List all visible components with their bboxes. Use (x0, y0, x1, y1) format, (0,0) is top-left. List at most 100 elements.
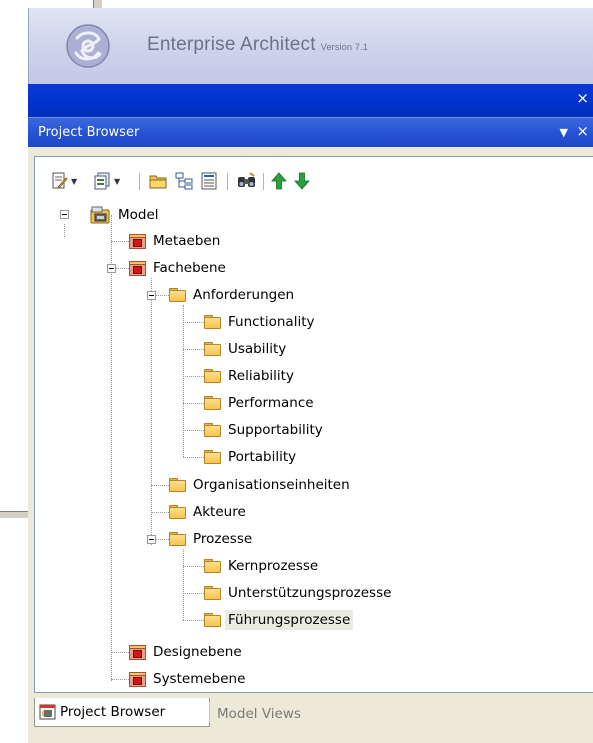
dock-close-button[interactable]: × (576, 90, 589, 107)
project-browser-body: ▼ ▼ Model Metaeben Fachebene Anforderung… (28, 147, 593, 743)
tab-model-views[interactable]: Model Views (217, 702, 301, 726)
folder-icon (204, 423, 221, 437)
collapse-toggle-fachebene[interactable] (107, 264, 116, 273)
folder-icon (169, 288, 186, 302)
tree-node-performance[interactable]: Performance (204, 391, 317, 415)
tree-node-model[interactable]: Model (89, 203, 162, 227)
tree-node-supportability[interactable]: Supportability (204, 418, 326, 442)
tree-connector (116, 268, 129, 269)
folder-icon (204, 396, 221, 410)
move-up-button[interactable] (271, 171, 287, 191)
tree-node-label: Führungsprozesse (225, 610, 354, 630)
project-browser-tab-icon (39, 704, 56, 720)
tree-connector (183, 430, 204, 431)
tree-node-label: Unterstützungsprozesse (228, 585, 392, 601)
new-package-button[interactable] (149, 171, 167, 191)
new-element-button[interactable]: ▼ (51, 171, 77, 191)
folder-icon (169, 532, 186, 546)
move-up-icon (271, 172, 287, 190)
tree-connector (183, 620, 204, 621)
dock-caption-bar: × (28, 84, 593, 117)
tree-connector (151, 278, 152, 545)
move-down-icon (294, 172, 310, 190)
tree-connector (183, 593, 204, 594)
folder-icon (204, 559, 221, 573)
hierarchy-icon (175, 172, 193, 190)
tree-node-reliability[interactable]: Reliability (204, 364, 297, 388)
find-binoculars-icon (238, 172, 255, 187)
tree-connector (156, 295, 169, 296)
tree-node-organisationseinheiten[interactable]: Organisationseinheiten (169, 473, 353, 497)
tree-node-systemebene[interactable]: Systemebene (129, 667, 248, 691)
tree-connector (183, 566, 204, 567)
collapse-toggle-anforderungen[interactable] (147, 291, 156, 300)
package-icon (129, 644, 146, 660)
tree-node-fuehrungsprozesse[interactable]: Führungsprozesse (204, 608, 354, 632)
folder-icon (204, 342, 221, 356)
model-root-icon (90, 206, 110, 224)
tree-node-fachebene[interactable]: Fachebene (129, 256, 229, 280)
tree-node-label: Model (118, 207, 159, 223)
tree-connector (111, 241, 129, 242)
project-browser-title: Project Browser (38, 125, 140, 140)
tree-connector (111, 652, 129, 653)
new-element-icon (52, 172, 68, 189)
app-header: Enterprise Architect Version 7.1 (28, 8, 593, 84)
tree-node-metaeben[interactable]: Metaeben (129, 229, 223, 253)
tree-node-usability[interactable]: Usability (204, 337, 289, 361)
tree-connector (111, 215, 112, 681)
new-diagram-icon (94, 172, 110, 190)
chevron-down-icon[interactable]: ▼ (114, 177, 120, 186)
tree-connector (183, 549, 184, 620)
tree-node-prozesse[interactable]: Prozesse (169, 527, 255, 551)
tree-node-label: Functionality (228, 314, 315, 330)
tree-node-kernprozesse[interactable]: Kernprozesse (204, 554, 321, 578)
move-down-button[interactable] (294, 171, 310, 191)
package-icon (129, 671, 146, 687)
tree-node-unterstuetzungsprozesse[interactable]: Unterstützungsprozesse (204, 581, 394, 605)
tree-node-designebene[interactable]: Designebene (129, 640, 245, 664)
tree-node-label: Portability (228, 449, 297, 465)
chevron-down-icon[interactable]: ▼ (71, 177, 77, 186)
package-icon (129, 260, 146, 276)
folder-icon (204, 586, 221, 600)
collapse-toggle-model[interactable] (60, 210, 69, 219)
tree-connector (183, 322, 204, 323)
tree-connector (151, 512, 169, 513)
tree-node-label: Prozesse (193, 531, 253, 547)
tab-project-browser[interactable]: Project Browser (34, 698, 210, 727)
browser-toolbar: ▼ ▼ (51, 171, 471, 193)
folder-icon (204, 369, 221, 383)
tree-node-functionality[interactable]: Functionality (204, 310, 317, 334)
tree-node-anforderungen[interactable]: Anforderungen (169, 283, 297, 307)
tree-node-label: Performance (228, 395, 314, 411)
tree-node-label: Fachebene (153, 260, 226, 276)
tree-node-portability[interactable]: Portability (204, 445, 299, 469)
collapse-toggle-prozesse[interactable] (147, 535, 156, 544)
tree-connector (64, 224, 65, 237)
tree-connector (183, 305, 184, 457)
tree-connector (111, 679, 129, 680)
hierarchy-button[interactable] (175, 171, 193, 191)
app-title: Enterprise Architect Version 7.1 (147, 34, 368, 56)
toolbar-separator (263, 173, 264, 190)
panel-close-button[interactable]: × (576, 123, 589, 140)
folder-icon (204, 315, 221, 329)
find-button[interactable] (237, 171, 257, 191)
project-browser-caption[interactable]: Project Browser ▼ × (28, 117, 593, 148)
tree-node-akteure[interactable]: Akteure (169, 500, 249, 524)
tree-connector (151, 485, 169, 486)
background-left (0, 0, 28, 743)
browser-tabs: Project Browser Model Views (34, 698, 593, 728)
tree-node-label: Systemebene (153, 671, 246, 687)
tree-connector (183, 457, 204, 458)
new-diagram-button[interactable]: ▼ (94, 171, 120, 191)
toolbar-separator (139, 173, 140, 190)
panel-menu-dropdown-icon[interactable]: ▼ (560, 126, 568, 140)
tree-node-label: Anforderungen (193, 287, 295, 303)
properties-button[interactable] (201, 171, 217, 191)
tree-node-label: Metaeben (153, 233, 221, 249)
tree-node-label: Designebene (153, 644, 242, 660)
folder-icon (204, 450, 221, 464)
app-version: Version 7.1 (320, 42, 368, 52)
